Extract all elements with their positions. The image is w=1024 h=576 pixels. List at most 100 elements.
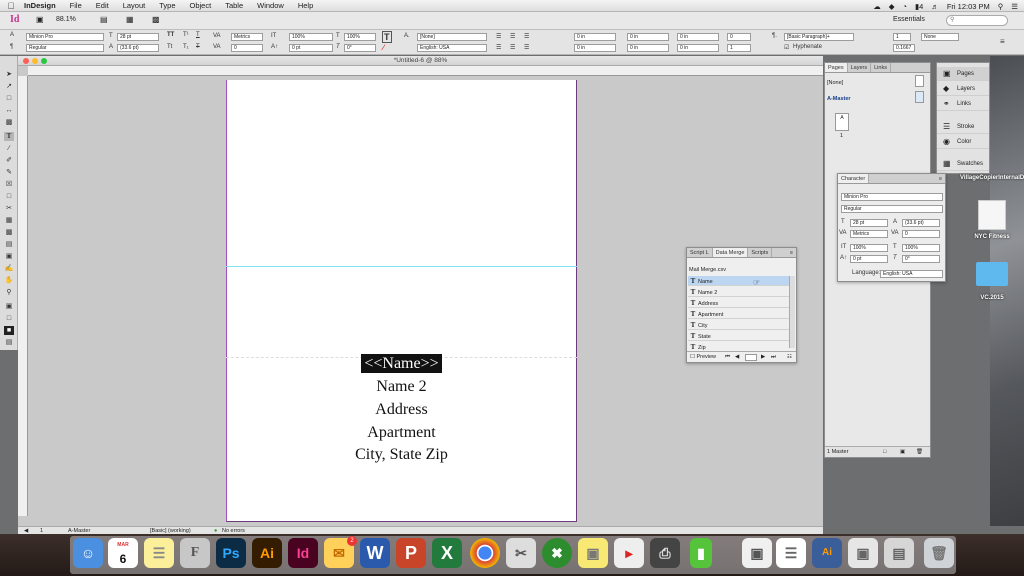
tab-data-merge[interactable]: Data Merge	[712, 248, 749, 257]
menu-layout[interactable]: Layout	[116, 1, 153, 10]
font-size-field[interactable]: 28 pt	[117, 33, 159, 41]
phone-app-icon[interactable]: ▮	[690, 538, 712, 568]
justify-center-button[interactable]: ☰	[510, 44, 515, 51]
excel-icon[interactable]: X	[432, 538, 462, 568]
formatting-container-icon[interactable]: □	[4, 314, 14, 323]
rectangle-tool-icon[interactable]: □	[4, 192, 14, 201]
a-master-thumbnail[interactable]	[915, 91, 924, 103]
arrange-documents-icon[interactable]: ▩	[152, 15, 160, 24]
view-options-icon[interactable]: ▤	[100, 15, 108, 24]
menu-type[interactable]: Type	[152, 1, 182, 10]
space-before-field[interactable]: 0 in	[677, 33, 719, 41]
selected-text[interactable]: <<Name>>	[361, 354, 442, 373]
drop-cap-chars-field[interactable]: 1	[727, 44, 751, 52]
page-1-thumbnail[interactable]: A	[835, 113, 849, 131]
word-icon[interactable]: W	[360, 538, 390, 568]
field-item-state[interactable]: T State	[688, 331, 790, 341]
powerpoint-icon[interactable]: P	[396, 538, 426, 568]
screenshot-icon[interactable]: ▤	[884, 538, 914, 568]
language-select[interactable]: English: USA	[417, 44, 487, 52]
create-merged-document-icon[interactable]: ☷	[787, 352, 792, 363]
illustrator-icon[interactable]: Ai	[252, 538, 282, 568]
photoshop-icon[interactable]: Ps	[216, 538, 246, 568]
columns-field[interactable]: 1	[893, 33, 911, 41]
line-tool-icon[interactable]: ∕	[4, 144, 14, 153]
dock-pages[interactable]: ▣ Pages	[937, 67, 989, 81]
char-font-style-select[interactable]: Regular	[841, 205, 943, 213]
text-stroke-icon[interactable]: ∕	[383, 43, 384, 52]
scissors-app-icon[interactable]: ✂	[506, 538, 536, 568]
merge-field-apartment[interactable]: Apartment	[226, 424, 577, 442]
character-panel-menu-icon[interactable]: ≡	[936, 174, 945, 183]
preview-checkbox[interactable]: ☐	[690, 354, 695, 360]
span-columns-select[interactable]: None	[921, 33, 959, 41]
screen-mode-tool-icon[interactable]: ▤	[4, 338, 14, 347]
content-collector-icon[interactable]: ▩	[4, 118, 14, 127]
bridge-icon[interactable]: ▣	[36, 15, 44, 24]
char-font-family-select[interactable]: Minion Pro	[841, 193, 943, 201]
dock-swatches[interactable]: ▦ Swatches	[937, 157, 989, 171]
notifications-icon[interactable]: ☰	[1011, 2, 1018, 11]
volume-icon[interactable]: ♬	[931, 2, 939, 11]
menu-window[interactable]: Window	[250, 1, 291, 10]
preview-app-icon[interactable]: ▣	[742, 538, 772, 568]
edit-page-size-icon[interactable]: □	[883, 447, 886, 458]
skew-field[interactable]: 0°	[344, 44, 376, 52]
trash-icon[interactable]: 🗑	[924, 538, 954, 568]
small-caps-button[interactable]: Tt	[167, 44, 172, 50]
justify-all-button[interactable]: ☰	[524, 44, 529, 51]
baseline-shift-field[interactable]: 0 pt	[289, 44, 333, 52]
scissors-tool-icon[interactable]: ✂	[4, 204, 14, 213]
indesign-dock-icon[interactable]: Id	[288, 538, 318, 568]
workspace-switcher[interactable]: Essentials	[893, 16, 925, 23]
page-tool-icon[interactable]: □	[4, 94, 14, 103]
char-kerning-field[interactable]: Metrics	[850, 230, 888, 238]
align-center-button[interactable]: ☰	[510, 33, 515, 40]
horizontal-scale-field[interactable]: 100%	[344, 33, 376, 41]
pen-tool-icon[interactable]: ✐	[4, 156, 14, 165]
justify-left-button[interactable]: ☰	[496, 44, 501, 51]
vertical-ruler[interactable]	[18, 76, 28, 516]
type-tool-icon[interactable]: T	[4, 132, 14, 141]
space-after-field[interactable]: 0 in	[677, 44, 719, 52]
gap-tool-icon[interactable]: ↔	[4, 106, 14, 115]
wifi-icon[interactable]: ◔	[902, 2, 907, 11]
char-leading-field[interactable]: (33.6 pt)	[902, 219, 940, 227]
horizontal-ruler[interactable]	[28, 66, 823, 76]
stickies-icon[interactable]: ▣	[578, 538, 608, 568]
tab-pages[interactable]: Pages	[825, 63, 848, 72]
none-master-thumbnail[interactable]	[915, 75, 924, 87]
document-file-icon[interactable]	[978, 200, 1006, 230]
tab-links[interactable]: Links	[871, 63, 891, 72]
eyedropper-tool-icon[interactable]: ✍	[4, 264, 14, 273]
merge-field-name[interactable]: <<Name>>	[226, 354, 577, 373]
zoom-level[interactable]: 88.1%	[56, 16, 76, 23]
selection-tool-icon[interactable]: ➤	[4, 70, 14, 79]
a-master[interactable]: A-Master	[827, 96, 851, 102]
panel-menu-icon[interactable]: ≡	[787, 248, 796, 257]
char-vscale-field[interactable]: 100%	[850, 244, 888, 252]
fill-stroke-swatch-icon[interactable]: ▣	[4, 302, 14, 311]
record-nav-next-icon[interactable]: ▶	[761, 352, 765, 363]
right-indent-field[interactable]: 0 in	[574, 44, 616, 52]
rectangle-frame-tool-icon[interactable]: ☒	[4, 180, 14, 189]
tab-character[interactable]: Character	[838, 174, 870, 183]
paragraph-mode-icon[interactable]: ¶	[10, 44, 13, 50]
record-nav-last-icon[interactable]: ⏭	[771, 352, 776, 363]
free-transform-tool-icon[interactable]: ▦	[4, 216, 14, 225]
hyphenate-checkbox[interactable]: ☑	[784, 44, 789, 51]
menu-file[interactable]: File	[63, 1, 89, 10]
record-nav-prev-icon[interactable]: ◀	[735, 352, 739, 363]
kerning-field[interactable]: Metrics	[231, 33, 263, 41]
document-thumbnail-icon[interactable]: ☰	[776, 538, 806, 568]
minimize-window-button[interactable]	[32, 58, 38, 64]
superscript-button[interactable]: T¹	[183, 32, 189, 38]
delete-page-icon[interactable]: 🗑	[916, 447, 923, 458]
char-language-select[interactable]: English: USA	[880, 270, 943, 278]
spotlight-icon[interactable]: ⚲	[998, 2, 1004, 11]
field-list-scrollbar[interactable]	[789, 276, 795, 348]
align-right-button[interactable]: ☰	[524, 33, 529, 40]
apple-menu-icon[interactable]: 	[0, 1, 22, 11]
direct-selection-tool-icon[interactable]: ↗	[4, 82, 14, 91]
gutter-field[interactable]: 0.1667	[893, 44, 915, 52]
